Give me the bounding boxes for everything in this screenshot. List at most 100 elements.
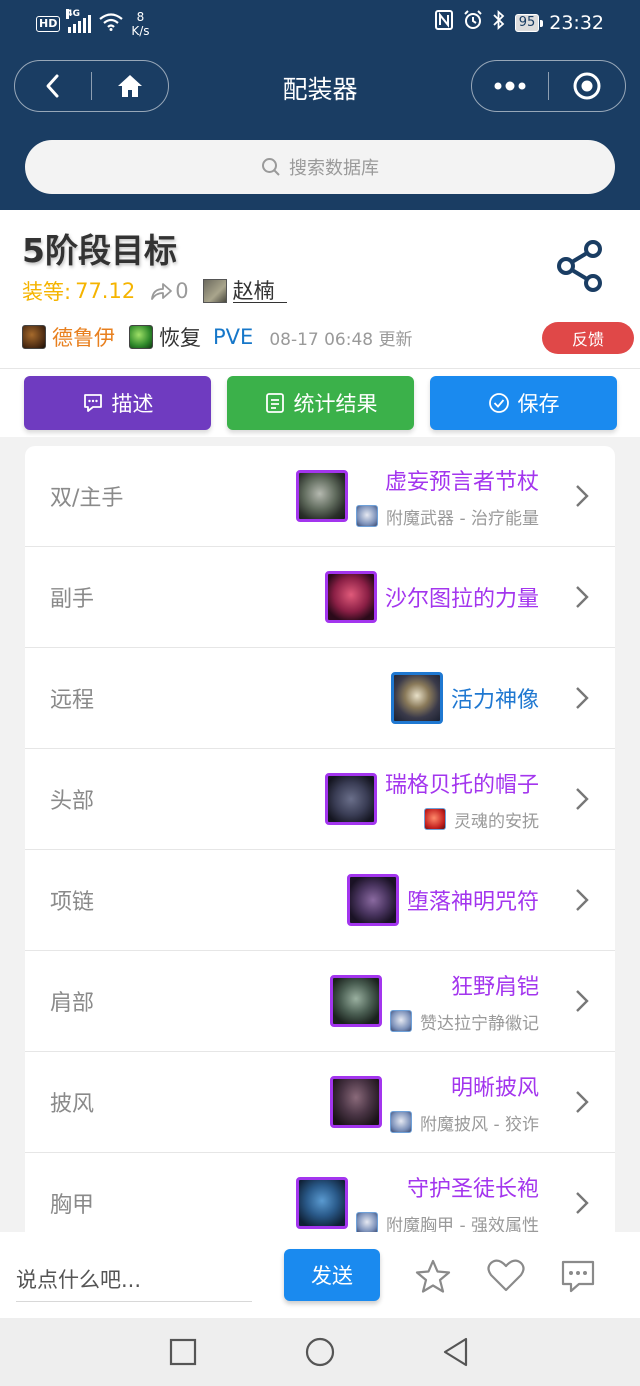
chevron-right-icon: [576, 687, 589, 709]
alarm-icon: [463, 10, 483, 35]
stats-label: 统计结果: [293, 392, 378, 416]
signal-icon: 4G: [66, 9, 92, 33]
more-button[interactable]: [472, 61, 548, 111]
build-header: 5阶段目标 装等: 77.12 0 赵楠 德鲁伊 恢复 PVE 08-17 06…: [0, 210, 640, 368]
slot-label: 披风: [50, 1092, 95, 1117]
enchant-text: 附魔武器 - 治疗能量: [386, 508, 539, 529]
stats-button[interactable]: 统计结果: [227, 376, 414, 430]
slot-label: 副手: [50, 587, 95, 612]
slot-row-mainhand[interactable]: 双/主手 虚妄预言者节杖 附魔武器 - 治疗能量: [25, 446, 615, 547]
spec-name: 恢复: [159, 326, 201, 350]
slot-row-shoulder[interactable]: 肩部 狂野肩铠 赞达拉宁静徽记: [25, 951, 615, 1052]
idol-icon: [390, 672, 443, 724]
slot-row-head[interactable]: 头部 瑞格贝托的帽子 灵魂的安抚: [25, 749, 615, 850]
feedback-button[interactable]: 反馈: [542, 322, 634, 354]
author-link[interactable]: 赵楠: [202, 279, 287, 303]
restoration-spec-icon: [129, 325, 153, 349]
home-button[interactable]: [92, 61, 168, 111]
chevron-right-icon: [576, 889, 589, 911]
hat-icon: [324, 773, 377, 825]
class-name: 德鲁伊: [52, 326, 115, 350]
gem-text: 灵魂的安抚: [454, 811, 539, 832]
item-name: 堕落神明咒符: [406, 890, 539, 915]
enchant-row: 附魔披风 - 狡诈: [390, 1110, 539, 1135]
battery-indicator: 95: [514, 13, 543, 32]
robe-icon: [296, 1177, 349, 1229]
equipment-list: 双/主手 虚妄预言者节杖 附魔武器 - 治疗能量 副手 沙尔图拉的力量 远程 活…: [25, 446, 615, 1232]
comment-input[interactable]: 说点什么吧...: [16, 1256, 252, 1302]
gem-row: 灵魂的安抚: [424, 807, 539, 832]
system-nav-bar: [0, 1318, 640, 1386]
enchant-row: 赞达拉宁静徽记: [390, 1009, 539, 1034]
send-button[interactable]: 发送: [284, 1249, 380, 1301]
chevron-right-icon: [576, 788, 589, 810]
more-dots-icon: [494, 81, 526, 91]
comment-icon: [83, 394, 102, 412]
home-nav-button[interactable]: [302, 1334, 338, 1370]
describe-label: 描述: [111, 392, 154, 416]
search-placeholder: 搜索数据库: [289, 158, 379, 179]
item-name: 守护圣徒长袍: [406, 1176, 539, 1202]
slot-row-cloak[interactable]: 披风 明晰披风 附魔披风 - 狡诈: [25, 1052, 615, 1153]
square-icon: [169, 1338, 197, 1366]
inscription-icon: [390, 1010, 412, 1032]
fork-icon: [151, 283, 173, 300]
slot-label: 肩部: [50, 991, 95, 1016]
build-title: 5阶段目标: [22, 231, 177, 270]
fork-count-value: 0: [175, 279, 189, 303]
fork-count[interactable]: 0: [149, 279, 189, 303]
share-icon[interactable]: [556, 240, 606, 292]
triangle-back-icon: [443, 1337, 468, 1367]
item-level-value: 77.12: [75, 279, 136, 303]
back-button[interactable]: [15, 61, 91, 111]
chevron-right-icon: [576, 1091, 589, 1113]
slot-label: 项链: [50, 890, 95, 915]
enchant-scroll-icon: [356, 1212, 379, 1232]
back-nav-button[interactable]: [438, 1334, 474, 1370]
chevron-right-icon: [576, 1192, 589, 1214]
wifi-icon: [99, 12, 124, 36]
author-name: 赵楠: [232, 280, 287, 303]
recent-apps-button[interactable]: [165, 1334, 201, 1370]
chevron-right-icon: [576, 586, 589, 608]
comment-bar: 说点什么吧... 发送: [0, 1232, 640, 1318]
home-icon: [118, 75, 142, 97]
enchant-text: 附魔披风 - 狡诈: [420, 1114, 539, 1135]
author-avatar: [202, 279, 227, 303]
close-miniapp-button[interactable]: [549, 61, 625, 111]
slot-row-chest[interactable]: 胸甲 守护圣徒长袍 附魔胸甲 - 强效属性: [25, 1153, 615, 1232]
heart-icon[interactable]: [486, 1256, 526, 1296]
check-circle-icon: [488, 393, 509, 413]
item-name: 瑞格贝托的帽子: [384, 772, 539, 798]
comment-icon[interactable]: [558, 1256, 598, 1296]
bluetooth-icon: [493, 9, 505, 35]
updated-timestamp: 08-17 06:48 更新: [269, 329, 413, 350]
action-bar: 描述 统计结果 保存: [0, 369, 640, 437]
cloak-icon: [330, 1076, 383, 1128]
class-row: 德鲁伊 恢复 PVE 08-17 06:48 更新: [22, 322, 413, 352]
chevron-right-icon: [576, 485, 589, 507]
hd-indicator: HD: [36, 16, 61, 32]
save-button[interactable]: 保存: [430, 376, 617, 430]
slot-label: 胸甲: [50, 1193, 95, 1218]
game-mode: PVE: [213, 325, 254, 349]
star-icon[interactable]: [413, 1256, 453, 1296]
item-name: 狂野肩铠: [450, 974, 539, 1000]
save-label: 保存: [517, 392, 560, 416]
status-bar: HD 4G 8 K/s 95 23:32: [0, 0, 640, 48]
enchant-scroll-icon: [356, 505, 379, 527]
enchant-row: 附魔胸甲 - 强效属性: [356, 1211, 539, 1232]
network-speed: 8 K/s: [131, 10, 150, 38]
slot-row-offhand[interactable]: 副手 沙尔图拉的力量: [25, 547, 615, 648]
item-name: 沙尔图拉的力量: [384, 587, 539, 612]
search-bar[interactable]: 搜索数据库: [25, 140, 615, 194]
clock: 23:32: [549, 11, 604, 34]
slot-row-neck[interactable]: 项链 堕落神明咒符: [25, 850, 615, 951]
nfc-icon: [434, 10, 453, 35]
describe-button[interactable]: 描述: [24, 376, 211, 430]
slot-label: 远程: [50, 688, 95, 713]
slot-label: 双/主手: [50, 486, 124, 511]
offhand-icon: [324, 571, 377, 623]
enchant-row: 附魔武器 - 治疗能量: [356, 504, 539, 529]
slot-row-ranged[interactable]: 远程 活力神像: [25, 648, 615, 749]
